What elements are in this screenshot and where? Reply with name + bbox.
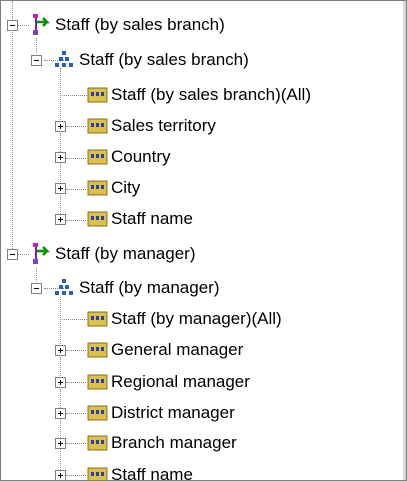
tree-connector: [66, 413, 86, 414]
tree-item-hierarchy[interactable]: Staff (by sales branch): [77, 45, 251, 75]
tree-item-label: Staff name: [111, 465, 193, 481]
hierarchy-icon: [55, 279, 73, 295]
tree-item-label: Staff (by manager): [55, 244, 196, 263]
tree-item-level[interactable]: Sales territory: [109, 111, 218, 141]
tree-item-label: City: [111, 178, 141, 197]
tree-item-level[interactable]: Branch manager: [109, 428, 239, 458]
level-icon: [87, 311, 108, 327]
tree-item-level[interactable]: Staff (by sales branch)(All): [109, 80, 313, 110]
tree-item-level[interactable]: Staff name: [109, 204, 195, 234]
level-icon: [87, 180, 108, 196]
tree-connector: [66, 382, 86, 383]
collapse-toggle[interactable]: [7, 249, 18, 260]
level-icon: [87, 405, 108, 421]
collapse-toggle[interactable]: [31, 283, 42, 294]
tree-item-level[interactable]: District manager: [109, 398, 237, 428]
tree-item-label: District manager: [111, 403, 235, 422]
dimension-icon: [33, 14, 51, 35]
level-icon: [87, 435, 108, 451]
expand-toggle[interactable]: [55, 214, 66, 225]
tree-connector: [12, 1, 13, 253]
tree-item-level[interactable]: Staff name: [109, 460, 195, 481]
tree-connector: [17, 25, 29, 26]
level-icon: [87, 467, 108, 480]
expand-toggle[interactable]: [55, 121, 66, 132]
tree-connector: [17, 254, 29, 255]
tree-item-label: Staff (by sales branch): [55, 15, 225, 34]
collapse-toggle[interactable]: [31, 55, 42, 66]
tree-item-level[interactable]: Country: [109, 142, 173, 172]
tree-item-level[interactable]: General manager: [109, 335, 245, 365]
expand-toggle[interactable]: [55, 377, 66, 388]
tree-item-label: Staff name: [111, 209, 193, 228]
hierarchy-icon: [55, 51, 73, 67]
level-icon: [87, 211, 108, 227]
level-icon: [87, 118, 108, 134]
level-icon: [87, 342, 108, 358]
tree-connector: [66, 220, 86, 221]
level-icon: [87, 149, 108, 165]
tree-item-label: Staff (by manager)(All): [111, 309, 282, 328]
collapse-toggle[interactable]: [7, 20, 18, 31]
expand-toggle[interactable]: [55, 183, 66, 194]
tree-item-dimension[interactable]: Staff (by sales branch): [53, 10, 227, 40]
tree-item-label: Staff (by manager): [79, 278, 220, 297]
tree-connector: [60, 297, 61, 480]
tree-connector: [66, 126, 86, 127]
tree-item-level[interactable]: Staff (by manager)(All): [109, 304, 284, 334]
expand-toggle[interactable]: [55, 408, 66, 419]
tree-item-label: Regional manager: [111, 372, 250, 391]
dimension-icon: [33, 243, 51, 264]
tree-connector: [60, 95, 87, 96]
tree-connector: [36, 267, 37, 282]
expand-toggle[interactable]: [55, 438, 66, 449]
expand-toggle[interactable]: [55, 345, 66, 356]
tree-item-label: Staff (by sales branch): [79, 50, 249, 69]
tree-item-label: General manager: [111, 340, 244, 359]
expand-toggle[interactable]: [55, 152, 66, 163]
tree-item-label: Branch manager: [111, 433, 237, 452]
tree-connector: [66, 475, 86, 476]
tree-item-hierarchy[interactable]: Staff (by manager): [77, 273, 221, 303]
tree-view[interactable]: Staff (by sales branch) Staff (by sales …: [0, 0, 407, 481]
level-icon: [87, 374, 108, 390]
tree-connector: [60, 68, 61, 222]
tree-connector: [66, 443, 86, 444]
tree-item-level[interactable]: City: [109, 173, 142, 203]
tree-connector: [66, 158, 86, 159]
tree-item-label: Staff (by sales branch)(All): [111, 85, 311, 104]
tree-connector: [60, 319, 87, 320]
tree-connector: [66, 350, 86, 351]
expand-toggle[interactable]: [55, 470, 66, 480]
level-icon: [87, 87, 108, 103]
tree-item-dimension[interactable]: Staff (by manager): [53, 239, 197, 269]
tree-connector: [36, 38, 37, 53]
tree-connector: [66, 189, 86, 190]
tree-item-level[interactable]: Regional manager: [109, 367, 252, 397]
tree-item-label: Country: [111, 147, 171, 166]
tree-item-label: Sales territory: [111, 116, 216, 135]
